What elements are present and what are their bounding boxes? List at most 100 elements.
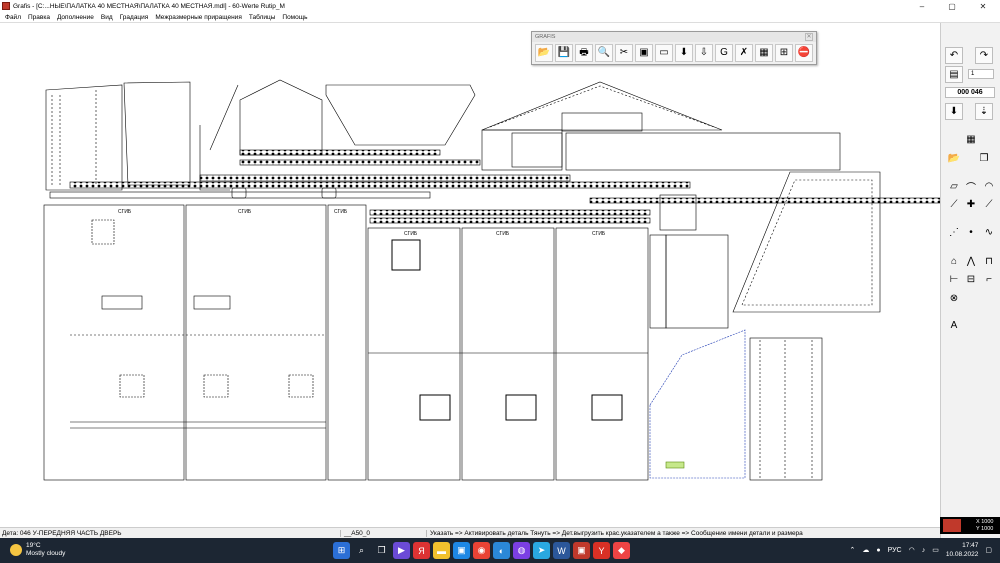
teams-icon[interactable]: ▶ xyxy=(393,542,410,559)
grafis-task-icon[interactable]: ▣ xyxy=(573,542,590,559)
table-icon[interactable]: ▦ xyxy=(755,44,773,62)
notch-icon[interactable]: ⌂ xyxy=(945,253,963,270)
pattern-piece[interactable] xyxy=(123,81,191,186)
pattern-copy-icon[interactable]: ❐ xyxy=(975,150,993,167)
toolbar-close-icon[interactable]: ✕ xyxy=(805,33,813,41)
corner-icon[interactable]: ⌐ xyxy=(980,271,998,288)
notifications-icon[interactable]: ▢ xyxy=(985,546,992,554)
arc-icon[interactable]: ◠ xyxy=(980,178,998,195)
copy-piece-icon[interactable]: ⇣ xyxy=(975,103,993,120)
export-icon[interactable]: ⇩ xyxy=(695,44,713,62)
pattern-piece[interactable] xyxy=(43,204,185,481)
status-hint: Указать => Активировать деталь Тянуть =>… xyxy=(426,529,940,537)
tray-mic-icon[interactable]: ● xyxy=(876,547,880,554)
menu-help[interactable]: Помощь xyxy=(282,14,307,21)
layout-icon[interactable]: ⊞ xyxy=(775,44,793,62)
point-icon[interactable]: • xyxy=(962,224,980,241)
pattern-piece[interactable] xyxy=(555,227,649,481)
yandex-icon[interactable]: Я xyxy=(413,542,430,559)
pieces-icon[interactable]: ▦ xyxy=(962,131,980,148)
diagonal-icon[interactable]: ⟋ xyxy=(980,196,998,213)
store-icon[interactable]: ▣ xyxy=(453,542,470,559)
pattern-piece[interactable] xyxy=(327,204,367,481)
pattern-piece[interactable] xyxy=(325,84,476,146)
menu-edit[interactable]: Правка xyxy=(28,14,50,21)
text-label-icon[interactable]: A xyxy=(945,317,963,334)
dart-icon[interactable]: ⋀ xyxy=(962,253,980,270)
delete-icon[interactable]: ⊗ xyxy=(945,290,963,307)
folder-icon[interactable]: 📂 xyxy=(945,150,963,167)
pattern-piece[interactable] xyxy=(45,84,123,191)
menu-view[interactable]: Вид xyxy=(101,14,113,21)
menu-addition[interactable]: Дополнение xyxy=(57,14,94,21)
download-icon[interactable]: ⬇ xyxy=(675,44,693,62)
save-icon[interactable]: 💾 xyxy=(555,44,573,62)
pattern-piece[interactable] xyxy=(185,204,327,481)
pattern-piece[interactable] xyxy=(665,234,729,329)
grade-icon[interactable]: G xyxy=(715,44,733,62)
cut-icon[interactable]: ✂ xyxy=(615,44,633,62)
shape-icon[interactable]: ▱ xyxy=(945,178,963,195)
piece-icon[interactable]: ▣ xyxy=(635,44,653,62)
volume-icon[interactable]: ♪ xyxy=(922,547,926,554)
clock[interactable]: 17:47 10.08.2022 xyxy=(946,541,979,559)
grade-nest-icon[interactable]: ▤ xyxy=(945,66,963,83)
download-piece-icon[interactable]: ⬇ xyxy=(945,103,963,120)
step-input[interactable]: 1 xyxy=(968,69,994,79)
selected-pattern-piece[interactable] xyxy=(649,329,746,479)
maximize-button[interactable]: ▢ xyxy=(937,0,967,12)
close-button[interactable]: ✕ xyxy=(968,0,998,12)
measure-icon[interactable]: ⊢ xyxy=(945,271,963,288)
pattern-piece[interactable] xyxy=(749,337,823,481)
pleat-icon[interactable]: ⊓ xyxy=(980,253,998,270)
chrome-icon[interactable]: ◉ xyxy=(473,542,490,559)
bezier-icon[interactable]: ∿ xyxy=(980,224,998,241)
start-icon[interactable]: ⊞ xyxy=(333,542,350,559)
word-icon[interactable]: W xyxy=(553,542,570,559)
pattern-piece[interactable] xyxy=(461,227,555,481)
battery-icon[interactable]: ▭ xyxy=(932,546,939,554)
pattern-piece[interactable] xyxy=(481,81,723,131)
curve-icon[interactable]: ⌒ xyxy=(962,178,980,195)
weather-widget[interactable]: 19°C Mostly cloudy xyxy=(10,542,65,558)
intersect-icon[interactable]: ✚ xyxy=(962,196,980,213)
seam-icon[interactable]: ⊟ xyxy=(962,271,980,288)
line-icon[interactable]: ⟋ xyxy=(945,196,963,213)
pattern-piece[interactable] xyxy=(565,132,841,171)
pattern-piece[interactable] xyxy=(239,79,323,156)
pattern-piece[interactable] xyxy=(481,129,563,171)
wifi-icon[interactable]: ◠ xyxy=(909,546,915,554)
stop-icon[interactable]: ⛔ xyxy=(795,44,813,62)
menu-size-increments[interactable]: Межразмерные приращения xyxy=(155,14,242,21)
minimize-button[interactable]: – xyxy=(907,0,937,12)
open-folder-icon[interactable]: 📂 xyxy=(535,44,553,62)
yandex-browser-icon[interactable]: Y xyxy=(593,542,610,559)
undo-icon[interactable]: ↶ xyxy=(945,47,963,64)
tray-cloud-icon[interactable]: ☁ xyxy=(862,546,869,554)
file-explorer-icon[interactable]: ▬ xyxy=(433,542,450,559)
svg-text:СГИБ: СГИБ xyxy=(118,209,132,215)
viber-icon[interactable]: ◍ xyxy=(513,542,530,559)
svg-text:СГИБ: СГИБ xyxy=(496,231,510,237)
dotted-line-icon[interactable]: ⋰ xyxy=(945,224,963,241)
menu-grading[interactable]: Градация xyxy=(120,14,149,21)
tray-chevron-icon[interactable]: ⌃ xyxy=(849,546,855,554)
toolbar-title-text: GRAFIS xyxy=(535,34,556,40)
cross-icon[interactable]: ✗ xyxy=(735,44,753,62)
task-view-icon[interactable]: ❐ xyxy=(373,542,390,559)
menu-file[interactable]: Файл xyxy=(5,14,21,21)
zoom-icon[interactable]: 🔍 xyxy=(595,44,613,62)
search-icon[interactable]: ⌕ xyxy=(353,542,370,559)
drawing-canvas[interactable]: СГИБ СГИБ СГИБ СГИБ СГИБ СГИБ xyxy=(0,23,940,525)
redo-icon[interactable]: ↷ xyxy=(975,47,993,64)
app-icon[interactable]: ◆ xyxy=(613,542,630,559)
grafis-floating-toolbar[interactable]: GRAFIS ✕ 📂 💾 🖶 🔍 ✂ ▣ ▭ ⬇ ⇩ G ✗ ▦ ⊞ ⛔ xyxy=(531,31,817,65)
print-icon[interactable]: 🖶 xyxy=(575,44,593,62)
edge-icon[interactable]: ◐ xyxy=(493,542,510,559)
telegram-icon[interactable]: ➤ xyxy=(533,542,550,559)
menu-tables[interactable]: Таблицы xyxy=(249,14,276,21)
keyboard-lang[interactable]: РУС xyxy=(888,547,902,554)
pattern-piece[interactable] xyxy=(732,171,881,313)
ruler-icon[interactable]: ▭ xyxy=(655,44,673,62)
pattern-piece[interactable] xyxy=(367,227,461,481)
